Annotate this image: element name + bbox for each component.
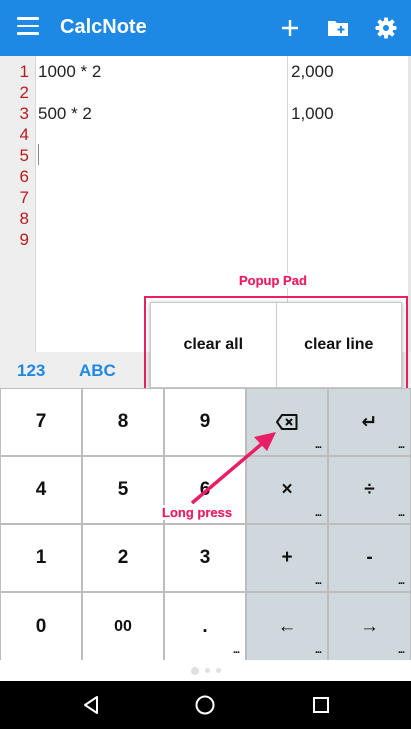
text-cursor	[38, 144, 39, 165]
key-9[interactable]: 9	[165, 389, 245, 455]
key-label: 6	[199, 479, 211, 500]
key-label: 2	[117, 547, 129, 568]
more-indicator: ...	[397, 439, 405, 451]
add-icon[interactable]	[276, 14, 304, 42]
page-dot	[204, 668, 210, 673]
more-indicator: ...	[232, 644, 240, 656]
key-label: ←	[277, 615, 297, 637]
expression-line-1[interactable]: 1000 * 2	[38, 61, 101, 82]
key-backspace[interactable]: ...	[247, 389, 327, 455]
key-label: .	[202, 615, 208, 637]
key-cursor-left[interactable]: ←...	[247, 593, 327, 660]
key-7[interactable]: 7	[1, 389, 81, 455]
key-2[interactable]: 2	[83, 525, 163, 591]
line-number: 5	[19, 146, 29, 165]
key-label: 4	[35, 479, 47, 500]
key-label: →	[360, 615, 379, 637]
popup-pad-label: Popup Pad	[238, 273, 308, 288]
key-label: 1	[35, 547, 47, 568]
key-label: 0	[35, 615, 47, 637]
result-line-1: 2,000	[291, 62, 334, 81]
backspace-icon	[276, 414, 298, 430]
home-icon[interactable]	[194, 694, 216, 716]
key-label: ↵	[361, 411, 378, 433]
expression-line-3[interactable]: 500 * 2	[38, 103, 92, 124]
page-dot-active	[190, 666, 199, 675]
key-label: 7	[35, 411, 47, 432]
key-8[interactable]: 8	[83, 389, 163, 455]
key-label: ×	[281, 479, 293, 500]
key-label: -	[366, 547, 373, 568]
key-label: +	[281, 547, 293, 568]
key-4[interactable]: 4	[1, 457, 81, 523]
more-indicator: ...	[397, 507, 405, 519]
key-5[interactable]: 5	[83, 457, 163, 523]
line-number: 4	[19, 125, 29, 144]
key-label: 00	[114, 617, 132, 635]
key-decimal[interactable]: ....	[165, 593, 245, 660]
line-number: 6	[19, 167, 29, 186]
key-minus[interactable]: -...	[329, 525, 410, 591]
key-cursor-right[interactable]: →...	[329, 593, 410, 660]
key-enter[interactable]: ↵...	[329, 389, 410, 455]
line-number-gutter: 1 2 3 4 5 6 7 8 9	[0, 56, 36, 352]
key-divide[interactable]: ÷...	[329, 457, 410, 523]
popup-pad: clear all clear line	[150, 302, 402, 388]
tab-alphabet[interactable]: ABC	[79, 361, 116, 381]
key-label: 5	[117, 479, 129, 500]
more-indicator: ...	[397, 575, 405, 587]
app-bar: CalcNote	[0, 0, 411, 56]
page-dot	[215, 668, 221, 673]
line-number: 1	[19, 62, 29, 81]
more-indicator: ...	[397, 644, 405, 656]
keypad: 7 8 9 ... ↵... 4 5 6 ×... ÷... 1 2 3 +..…	[0, 388, 411, 660]
line-number: 8	[19, 209, 29, 228]
long-press-annotation: Long press	[160, 505, 235, 520]
result-line-3: 1,000	[291, 104, 334, 123]
key-label: 8	[117, 411, 129, 432]
key-0[interactable]: 0	[1, 593, 81, 660]
line-number: 9	[19, 230, 29, 249]
menu-icon[interactable]	[17, 17, 39, 39]
recents-icon[interactable]	[310, 694, 332, 716]
more-indicator: ...	[314, 575, 322, 587]
new-folder-icon[interactable]	[324, 14, 352, 42]
key-3[interactable]: 3	[165, 525, 245, 591]
more-indicator: ...	[314, 439, 322, 451]
more-indicator: ...	[314, 507, 322, 519]
key-label: ÷	[364, 479, 375, 500]
more-indicator: ...	[314, 644, 322, 656]
key-multiply[interactable]: ×...	[247, 457, 327, 523]
clear-line-button[interactable]: clear line	[275, 303, 402, 387]
page-indicator	[0, 660, 411, 681]
key-1[interactable]: 1	[1, 525, 81, 591]
back-icon[interactable]	[80, 694, 102, 716]
app-title: CalcNote	[60, 16, 147, 38]
clear-all-button[interactable]: clear all	[151, 303, 276, 387]
system-navigation-bar	[0, 681, 411, 729]
key-label: 3	[199, 547, 211, 568]
key-00[interactable]: 00	[83, 593, 163, 660]
line-number: 2	[19, 83, 29, 102]
tab-numeric[interactable]: 123	[17, 361, 45, 381]
key-plus[interactable]: +...	[247, 525, 327, 591]
line-number: 3	[19, 104, 29, 123]
settings-icon[interactable]	[372, 14, 400, 42]
line-number: 7	[19, 188, 29, 207]
key-label: 9	[199, 411, 211, 432]
